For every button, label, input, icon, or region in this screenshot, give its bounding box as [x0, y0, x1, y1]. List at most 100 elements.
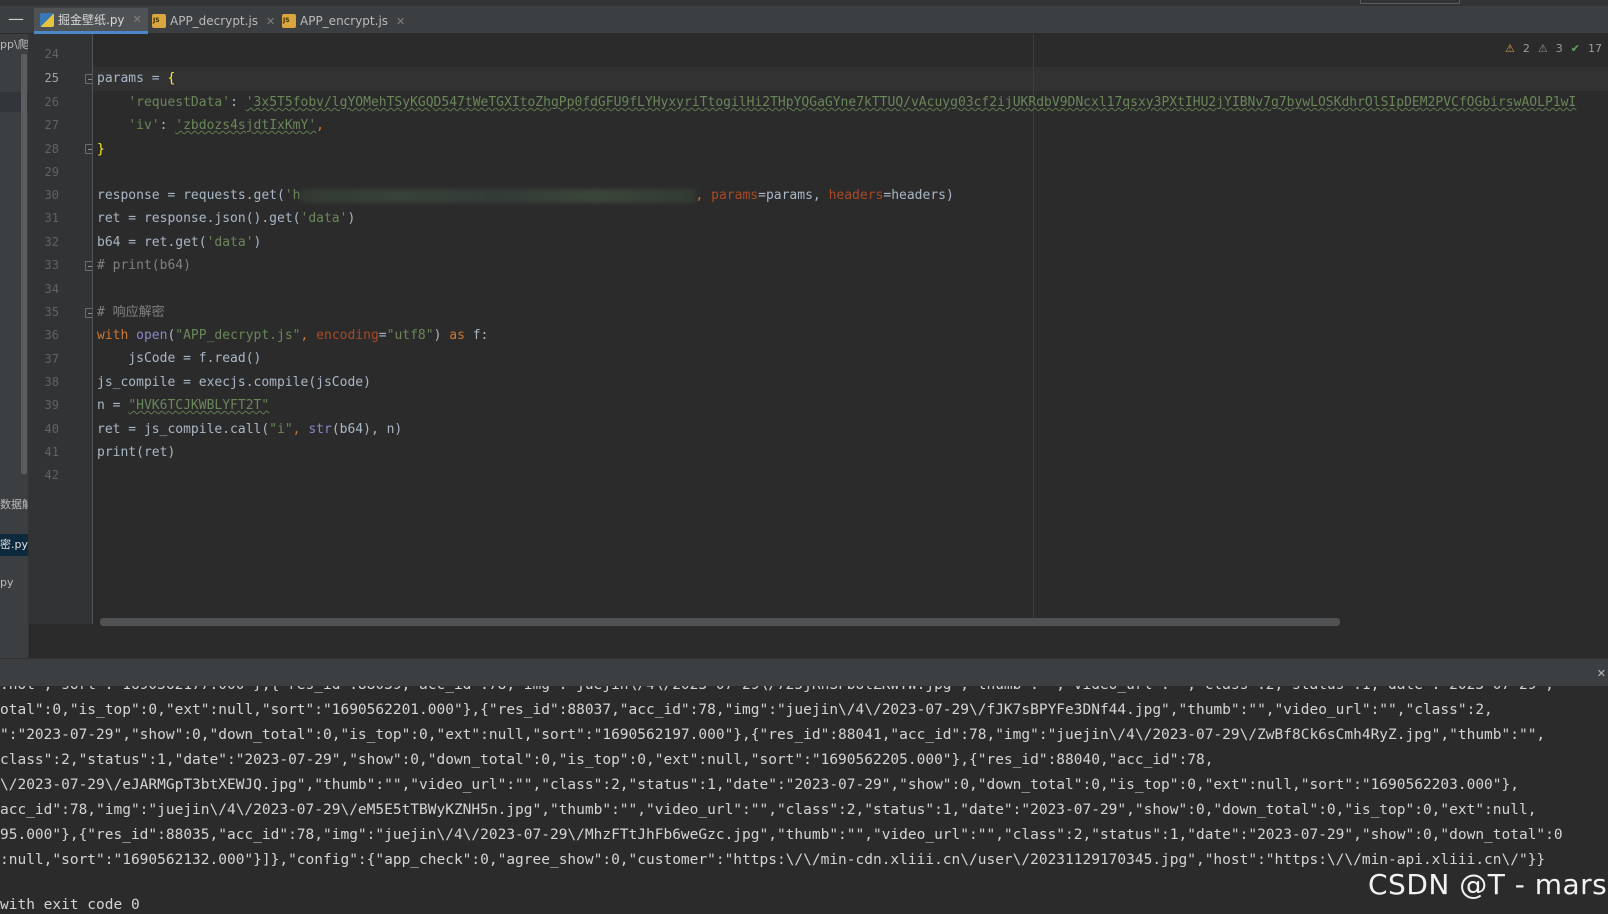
run-console[interactable]: :hot","sort":"1690562177.000"},{"res_id"…	[0, 686, 1608, 914]
token: )	[253, 235, 262, 250]
token: =headers)	[883, 188, 954, 203]
token: "HVK6TCJKWBLYFT2T"	[128, 398, 270, 413]
token: ret = js_compile.call(	[97, 422, 270, 437]
token: 'h	[284, 188, 301, 203]
line-number: 36	[44, 328, 59, 342]
current-line-highlight	[93, 67, 1608, 91]
weak-warning-icon: ⚠	[1537, 41, 1548, 55]
token: 'zbdozs4sjdtIxKmY'	[175, 118, 317, 133]
console-line: with exit code 0	[0, 897, 140, 913]
console-line: :null,"sort":"1690562132.000"}]},"config…	[0, 852, 1546, 868]
code-line-37: jsCode = f.read()	[97, 351, 262, 366]
code-line-32: b64 = ret.get('data')	[97, 231, 261, 255]
line-number: 26	[44, 95, 59, 109]
token: )	[347, 211, 356, 226]
tab-label: 掘金壁纸.py	[58, 13, 125, 27]
line-number: 40	[44, 422, 59, 436]
code-line-36: with open("APP_decrypt.js", encoding="ut…	[97, 324, 488, 348]
close-icon[interactable]: ✕	[133, 13, 142, 26]
project-item[interactable]: 数据解	[0, 496, 28, 514]
token: ,	[292, 422, 309, 437]
editor-tab-bar: — 掘金壁纸.py ✕ APP_decrypt.js ✕ APP_encrypt…	[0, 0, 1608, 34]
close-icon[interactable]: ✕	[1597, 667, 1606, 680]
token: with	[97, 328, 137, 343]
line-number: 29	[44, 165, 59, 179]
token: f:	[464, 328, 489, 343]
token: 'requestData'	[128, 95, 231, 110]
code-line-25: params = {	[97, 67, 175, 91]
project-item[interactable]: py	[0, 576, 28, 594]
code-line-35: # 响应解密	[97, 305, 165, 320]
project-scrollbar[interactable]	[21, 54, 27, 474]
token: :	[230, 95, 246, 110]
close-icon[interactable]: ✕	[396, 15, 405, 28]
token: ,	[300, 328, 317, 343]
token: :	[159, 118, 176, 133]
token: encoding	[316, 328, 379, 343]
token: }	[97, 142, 105, 157]
token: open	[136, 328, 168, 343]
python-file-icon	[40, 12, 54, 27]
token: response = requests.get(	[97, 188, 285, 203]
code-editor[interactable]: params = { 'requestData': '3x5T5fobv/lgY…	[93, 34, 1608, 624]
token: params	[711, 188, 759, 203]
line-number: 33	[44, 258, 59, 272]
toolbar-widget[interactable]	[1360, 0, 1460, 4]
line-gutter: 24 25 26 27 28 29 30 31 32 33 34 35 36 3…	[29, 34, 95, 624]
token: =	[378, 328, 387, 343]
token: "APP_decrypt.js"	[175, 328, 301, 343]
tab-app-decrypt-js[interactable]: APP_decrypt.js ✕	[146, 8, 281, 34]
inspection-widget[interactable]: ⚠ 2 ⚠ 3 ✔ 17	[1505, 40, 1602, 56]
token: '3x5T5fobv/lgYOMehTSyKGQD547tWeTGXItoZhg…	[245, 95, 1577, 110]
token: n =	[97, 398, 129, 413]
tab-app-encrypt-js[interactable]: APP_encrypt.js ✕	[276, 8, 411, 34]
token: "i"	[269, 422, 293, 437]
code-line-38: js_compile = execjs.compile(jsCode)	[97, 375, 371, 390]
line-number: 28	[44, 142, 59, 156]
token: ,	[695, 188, 712, 203]
code-line-41: print(ret)	[97, 445, 176, 460]
editor-horizontal-scrollbar[interactable]	[100, 618, 1340, 626]
js-file-icon	[282, 14, 296, 28]
token: as	[449, 328, 465, 343]
token: )	[433, 328, 450, 343]
token: {	[167, 71, 176, 86]
line-number: 37	[44, 352, 59, 366]
line-number: 30	[44, 188, 59, 202]
line-number: 32	[44, 235, 59, 249]
close-icon[interactable]: ✕	[266, 15, 275, 28]
run-panel-header: ✕	[0, 658, 1608, 686]
code-line-33: # print(b64)	[97, 258, 191, 273]
js-file-icon	[152, 14, 166, 28]
console-line: ":"2023-07-29","show":0,"down_total":0,"…	[0, 727, 1546, 743]
token: 'data'	[300, 211, 348, 226]
project-item[interactable]: pp\爬	[0, 36, 28, 54]
token: ret = response.json().get(	[97, 211, 301, 226]
token: 'data'	[206, 235, 254, 250]
warning-count: 2	[1522, 41, 1530, 55]
line-number: 27	[44, 118, 59, 132]
typo-count: 17	[1587, 41, 1602, 55]
code-line-26: 'requestData': '3x5T5fobv/lgYOMehTSyKGQD…	[97, 91, 1576, 115]
tab-main-py[interactable]: 掘金壁纸.py ✕	[34, 8, 148, 34]
console-line: otal":0,"is_top":0,"ext":null,"sort":"16…	[0, 702, 1493, 718]
watermark: CSDN @T - mars	[1368, 868, 1608, 901]
project-item-selected[interactable]: 密.py	[0, 534, 28, 556]
code-line-27: 'iv': 'zbdozs4sjdtIxKmY',	[97, 114, 324, 138]
code-line-40: ret = js_compile.call("i", str(b64), n)	[97, 418, 402, 442]
console-line: \/2023-07-29\/eJARMGpT3btXEWJQ.jpg","thu…	[0, 777, 1519, 793]
line-number: 38	[44, 375, 59, 389]
token: "utf8"	[386, 328, 434, 343]
token: =	[143, 71, 168, 86]
token: str	[308, 422, 332, 437]
token: =params,	[758, 188, 829, 203]
line-number: 24	[44, 47, 59, 61]
console-line: 95.000"},{"res_id":88035,"acc_id":78,"im…	[0, 827, 1563, 843]
code-line-28: }	[97, 138, 105, 162]
right-margin-guide	[1033, 34, 1034, 624]
line-number: 42	[44, 468, 59, 482]
code-line-31: ret = response.json().get('data')	[97, 207, 355, 231]
hide-panel-icon[interactable]: —	[7, 10, 25, 28]
tab-label: APP_encrypt.js	[300, 14, 389, 28]
token: b64 = ret.get(	[97, 235, 207, 250]
